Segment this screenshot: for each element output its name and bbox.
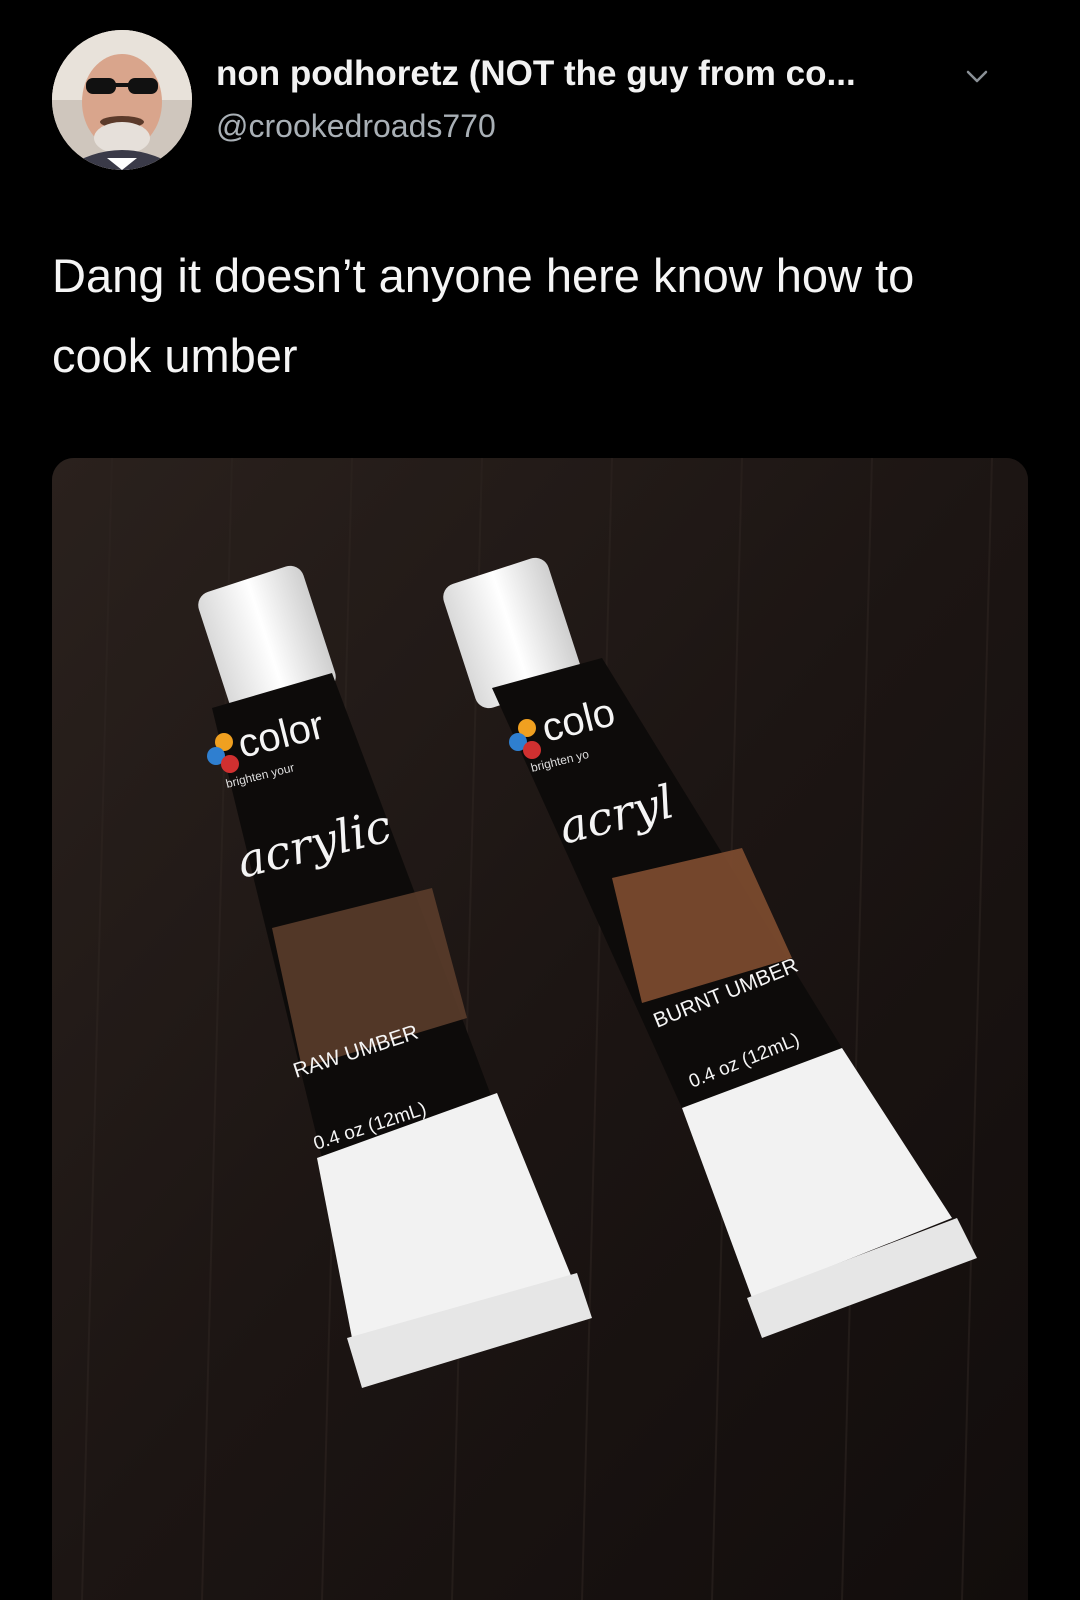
avatar[interactable] bbox=[52, 30, 192, 170]
author-display-name[interactable]: non podhoretz (NOT the guy from co... bbox=[216, 54, 856, 94]
avatar-image bbox=[52, 30, 192, 170]
tweet-header: non podhoretz (NOT the guy from co... @c… bbox=[52, 30, 1028, 172]
paint-tubes-photo: color brighten your acrylic RAW UMBER 0.… bbox=[52, 458, 1028, 1600]
chevron-down-icon[interactable] bbox=[962, 62, 992, 92]
tweet-text: Dang it doesn’t anyone here know how to … bbox=[52, 249, 915, 382]
tweet-photo[interactable]: color brighten your acrylic RAW UMBER 0.… bbox=[52, 458, 1028, 1600]
author-handle[interactable]: @crookedroads770 bbox=[216, 108, 496, 145]
